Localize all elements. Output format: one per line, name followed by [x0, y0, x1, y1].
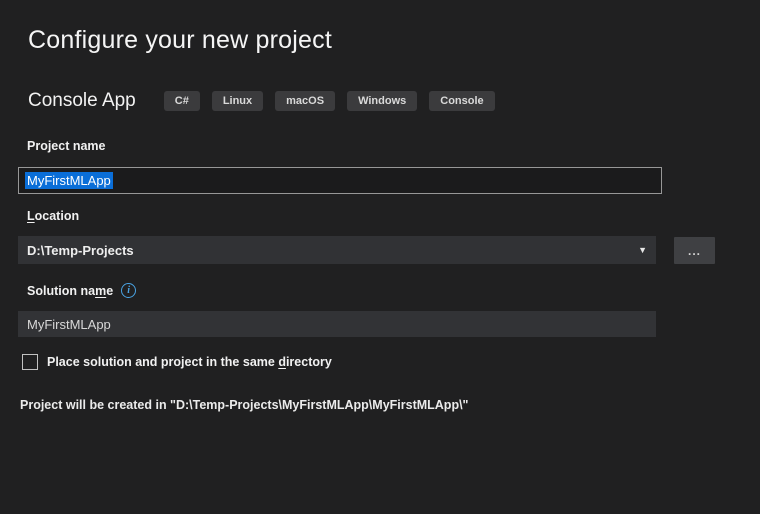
- project-path-note: Project will be created in "D:\Temp-Proj…: [20, 398, 469, 412]
- tag-linux: Linux: [211, 91, 264, 111]
- tag-macos: macOS: [275, 91, 336, 111]
- template-name: Console App: [28, 90, 136, 111]
- solution-name-input[interactable]: MyFirstMLApp: [18, 311, 656, 337]
- configure-project-dialog: Configure your new project Console App C…: [0, 0, 760, 514]
- chevron-down-icon[interactable]: ▼: [638, 245, 656, 255]
- tag-csharp: C#: [163, 91, 200, 111]
- tag-windows: Windows: [347, 91, 418, 111]
- template-tag-list: C# Linux macOS Windows Console: [163, 91, 495, 111]
- location-value: D:\Temp-Projects: [27, 242, 134, 258]
- solution-name-value: MyFirstMLApp: [27, 316, 111, 332]
- location-combobox[interactable]: D:\Temp-Projects ▼: [18, 236, 656, 264]
- project-name-value: MyFirstMLApp: [25, 172, 113, 189]
- same-directory-checkbox-row[interactable]: Place solution and project in the same d…: [22, 354, 332, 370]
- solution-name-label: Solution name: [27, 283, 114, 298]
- same-directory-checkbox[interactable]: [22, 354, 38, 370]
- location-label: Location: [27, 209, 80, 223]
- page-title: Configure your new project: [28, 26, 332, 54]
- project-name-input[interactable]: MyFirstMLApp: [18, 167, 662, 194]
- tag-console: Console: [429, 91, 495, 111]
- project-name-label: Project name: [27, 139, 106, 153]
- info-icon[interactable]: i: [121, 283, 137, 298]
- same-directory-checkbox-label[interactable]: Place solution and project in the same d…: [47, 355, 332, 369]
- browse-location-button[interactable]: ...: [674, 237, 715, 264]
- template-summary: Console App C# Linux macOS Windows Conso…: [28, 90, 495, 112]
- solution-name-label-row: Solution name i: [27, 283, 137, 298]
